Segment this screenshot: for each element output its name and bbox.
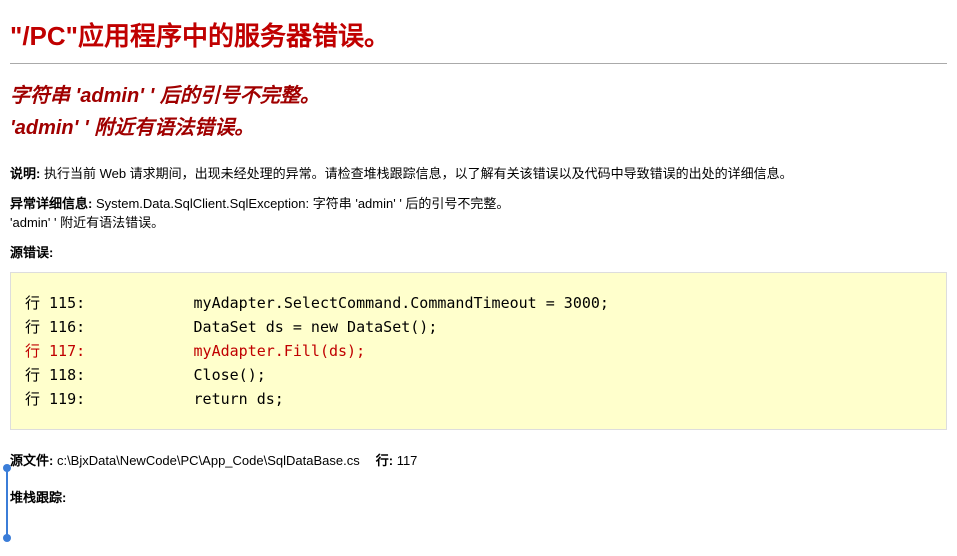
description-section: 说明: 执行当前 Web 请求期间，出现未经处理的异常。请检查堆栈跟踪信息，以了… — [10, 164, 947, 184]
exception-label: 异常详细信息: — [10, 196, 92, 211]
code-line-118: 行 118: Close(); — [25, 363, 932, 387]
code-line-116: 行 116: DataSet ds = new DataSet(); — [25, 315, 932, 339]
error-subtitle: 字符串 'admin' ' 后的引号不完整。 'admin' ' 附近有语法错误… — [10, 80, 947, 144]
description-label: 说明: — [10, 166, 40, 181]
source-line-num: 117 — [393, 453, 417, 468]
page-title: "/PC"应用程序中的服务器错误。 — [10, 16, 947, 53]
source-error-label: 源错误: — [10, 245, 53, 260]
code-line-117: 行 117: myAdapter.Fill(ds); — [25, 339, 932, 363]
exception-section: 异常详细信息: System.Data.SqlClient.SqlExcepti… — [10, 194, 947, 233]
source-file-line: 源文件: c:\BjxData\NewCode\PC\App_Code\SqlD… — [10, 450, 947, 469]
source-error-section: 源错误: — [10, 243, 947, 263]
source-line-label: 行: — [376, 453, 393, 468]
description-text: 执行当前 Web 请求期间，出现未经处理的异常。请检查堆栈跟踪信息，以了解有关该… — [40, 166, 792, 181]
source-code-box: 行 115: myAdapter.SelectCommand.CommandTi… — [10, 272, 947, 430]
divider — [10, 63, 947, 64]
source-file-path: c:\BjxData\NewCode\PC\App_Code\SqlDataBa… — [53, 453, 359, 468]
stack-trace-label: 堆栈跟踪: — [10, 487, 947, 506]
source-file-label: 源文件: — [10, 453, 53, 468]
code-line-119: 行 119: return ds; — [25, 387, 932, 411]
code-line-115: 行 115: myAdapter.SelectCommand.CommandTi… — [25, 291, 932, 315]
